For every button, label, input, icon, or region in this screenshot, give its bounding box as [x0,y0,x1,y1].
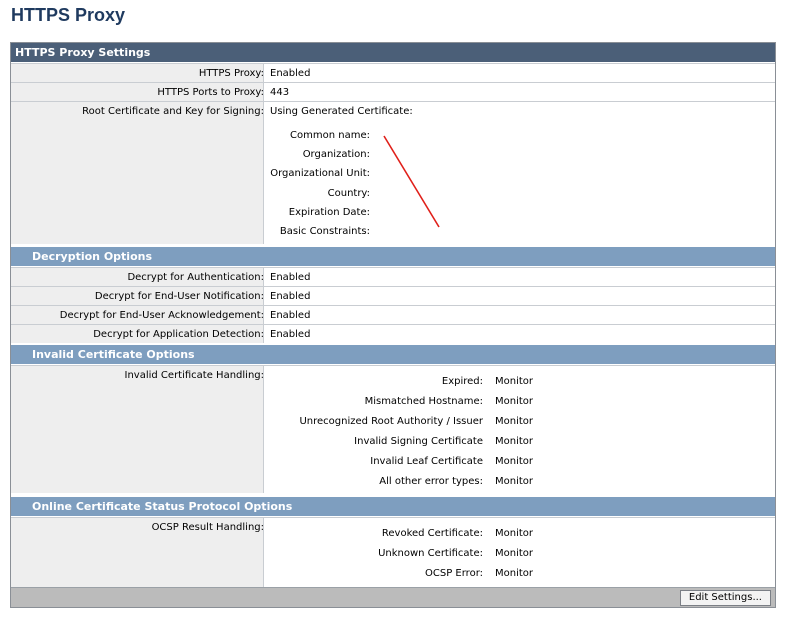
row-decrypt-authentication: Decrypt for Authentication: Enabled [11,267,775,286]
decrypt-acknowledgement-value: Enabled [270,310,311,321]
expiration-date-label: Expiration Date: [288,207,370,218]
decrypt-authentication-label: Decrypt for Authentication: [127,272,264,283]
label-cell [11,366,264,493]
country-label: Country: [327,188,370,199]
revoked-certificate-value: Monitor [495,528,534,539]
decrypt-application-detection-value: Enabled [270,329,311,340]
basic-constraints-label: Basic Constraints: [279,226,370,237]
decrypt-notification-value: Enabled [270,291,311,302]
expired-value: Monitor [495,376,534,387]
organizational-unit-label: Organizational Unit: [270,168,370,179]
invalid-signing-label: Invalid Signing Certificate [354,436,483,447]
invalid-leaf-label: Invalid Leaf Certificate [370,456,483,467]
unrecognized-root-value: Monitor [495,416,534,427]
invalid-certificate-handling-label: Invalid Certificate Handling: [124,370,264,381]
root-certificate-label: Root Certificate and Key for Signing: [82,106,264,117]
row-decrypt-acknowledgement: Decrypt for End-User Acknowledgement: En… [11,305,775,324]
row-invalid-certificate-handling: Invalid Certificate Handling: Expired: M… [11,365,775,493]
decrypt-acknowledgement-label: Decrypt for End-User Acknowledgement: [59,310,264,321]
section-header-ocsp-options: Online Certificate Status Protocol Optio… [11,497,775,516]
section-header-decryption-options: Decryption Options [11,247,775,266]
expired-label: Expired: [441,376,483,387]
page-title: HTTPS Proxy [11,5,126,25]
invalid-leaf-value: Monitor [495,456,534,467]
mismatched-hostname-label: Mismatched Hostname: [364,396,483,407]
unrecognized-root-label: Unrecognized Root Authority / Issuer [299,416,483,427]
ocsp-error-label: OCSP Error: [425,568,483,579]
https-proxy-label: HTTPS Proxy: [198,68,264,79]
edit-settings-button[interactable]: Edit Settings... [679,590,771,606]
ocsp-error-value: Monitor [495,568,534,579]
invalid-signing-value: Monitor [495,436,534,447]
other-errors-value: Monitor [495,476,534,487]
row-ocsp-result-handling: OCSP Result Handling: Revoked Certificat… [11,517,775,587]
organization-label: Organization: [302,149,370,160]
common-name-label: Common name: [290,130,370,141]
panel-footer: Edit Settings... [11,587,775,607]
https-ports-label: HTTPS Ports to Proxy: [157,87,264,98]
mismatched-hostname-value: Monitor [495,396,534,407]
decrypt-authentication-value: Enabled [270,272,311,283]
ocsp-result-handling-label: OCSP Result Handling: [151,522,264,533]
revoked-certificate-label: Revoked Certificate: [381,528,483,539]
https-proxy-value: Enabled [270,68,311,79]
row-decrypt-application-detection: Decrypt for Application Detection: Enabl… [11,324,775,343]
decrypt-application-detection-label: Decrypt for Application Detection: [93,329,264,340]
https-ports-value: 443 [270,87,290,98]
section-header-invalid-certificate-options: Invalid Certificate Options [11,345,775,364]
other-errors-label: All other error types: [379,476,483,487]
section-header-https-proxy-settings: HTTPS Proxy Settings [11,43,775,62]
row-https-proxy: HTTPS Proxy: Enabled [11,63,775,82]
row-decrypt-notification: Decrypt for End-User Notification: Enabl… [11,286,775,305]
decrypt-notification-label: Decrypt for End-User Notification: [94,291,264,302]
unknown-certificate-label: Unknown Certificate: [378,548,483,559]
unknown-certificate-value: Monitor [495,548,534,559]
row-https-ports: HTTPS Ports to Proxy: 443 [11,82,775,101]
https-proxy-settings-panel: HTTPS Proxy Settings HTTPS Proxy: Enable… [10,42,776,608]
root-certificate-value: Using Generated Certificate: [270,106,413,117]
label-cell [11,102,264,244]
row-root-certificate: Root Certificate and Key for Signing: Us… [11,101,775,244]
